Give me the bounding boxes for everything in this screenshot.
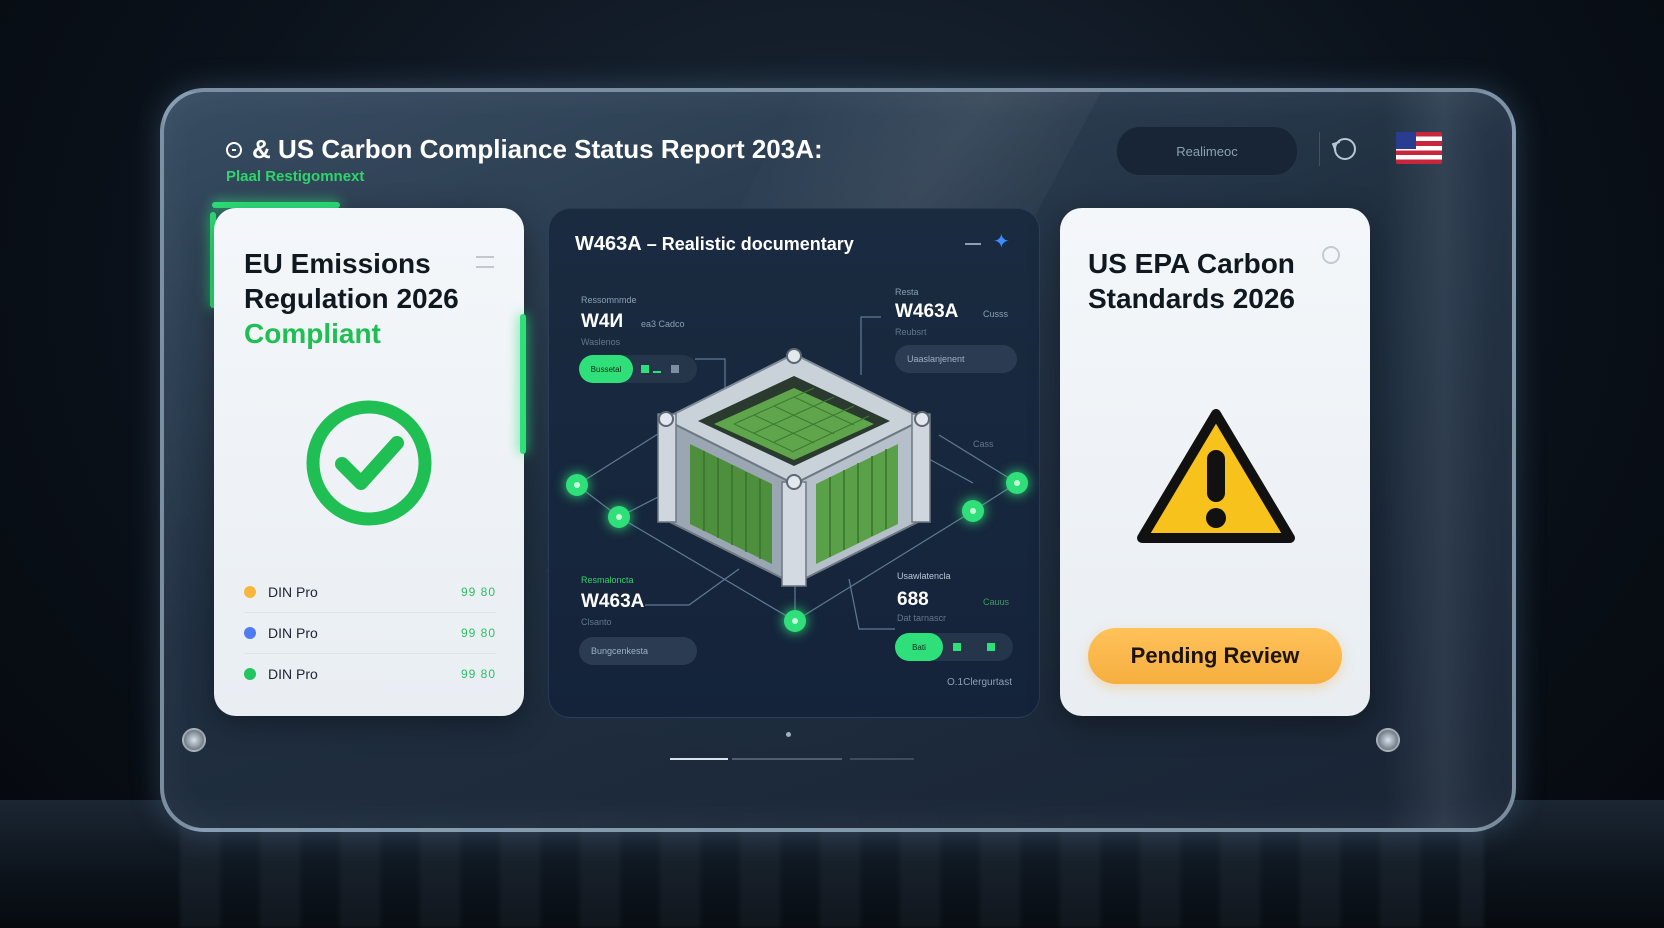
status-pill[interactable]: Uaaslanjenent	[895, 345, 1017, 373]
indicator-square	[641, 365, 649, 373]
connector-node[interactable]	[566, 474, 588, 496]
legend-dot	[244, 668, 256, 680]
callout-tag: Cauus	[983, 597, 1010, 607]
list-item: DIN Pro 99 80	[244, 654, 496, 694]
legend-value: 99 80	[460, 667, 496, 681]
report-subtitle: Plaal Restigomnext	[226, 168, 365, 185]
center-card-footer: O.1Clergurtast	[947, 677, 1013, 688]
callout-label: Resmaloncta	[581, 575, 634, 585]
toggle-active[interactable]: Bussetal	[579, 355, 633, 383]
search-input[interactable]: Realimeoc	[1116, 126, 1298, 176]
callout-tag: ea3 Cadco	[641, 319, 685, 329]
report-title-text: & US Carbon Compliance Status Report 203…	[252, 134, 823, 164]
legend-label: DIN Pro	[268, 625, 318, 641]
eu-card-title: EU Emissions Regulation 2026	[244, 248, 459, 314]
legend-value: 99 80	[460, 626, 496, 640]
callout-id: W463A	[895, 301, 959, 322]
pager-active[interactable]	[670, 758, 728, 760]
status-pill[interactable]: Bungcenkesta	[579, 637, 697, 665]
pager-dot	[786, 732, 791, 737]
callout-sub: Dat tarnascr	[897, 613, 947, 623]
legend-value: 99 80	[460, 585, 496, 599]
list-item: DIN Pro 99 80	[244, 572, 496, 613]
us-flag-icon[interactable]	[1396, 132, 1442, 164]
glass-glare-right	[1384, 92, 1504, 828]
connector-node[interactable]	[1006, 472, 1028, 494]
legend-list: DIN Pro 99 80 DIN Pro 99 80 DIN Pro 99 8…	[244, 572, 496, 694]
status-badge: Compliant	[244, 318, 381, 349]
side-label: Cass	[973, 439, 994, 449]
callout-id: 688	[897, 589, 929, 610]
pending-review-button[interactable]: Pending Review	[1088, 628, 1342, 684]
connector-node[interactable]	[784, 610, 806, 632]
refresh-icon[interactable]	[1334, 138, 1356, 160]
callout-tag: Cusss	[983, 309, 1009, 319]
menu-icon[interactable]	[476, 256, 494, 268]
accent-bar	[520, 314, 526, 454]
radio-circle-icon[interactable]	[1322, 246, 1340, 264]
screw-icon	[1376, 728, 1400, 752]
callout-sub: Clsanto	[581, 617, 612, 627]
header-divider	[1319, 132, 1320, 166]
toggle-active[interactable]: Bati	[895, 633, 943, 661]
air-filter-device-illustration	[657, 348, 931, 587]
legend-dot	[244, 586, 256, 598]
us-card-title: US EPA Carbon Standards 2026	[1088, 248, 1295, 314]
list-item: DIN Pro 99 80	[244, 613, 496, 654]
callout-label: Usawlatencla	[897, 571, 951, 581]
connector-node[interactable]	[608, 506, 630, 528]
callout-label: Ressomnmde	[581, 295, 637, 305]
screw-icon	[182, 728, 206, 752]
toggle-group[interactable]: Bati	[895, 633, 1013, 661]
callout-id: W463A	[581, 591, 645, 612]
indicator-square	[987, 643, 995, 651]
callout-label: Resta	[895, 287, 919, 297]
glass-dashboard-panel: & US Carbon Compliance Status Report 203…	[160, 88, 1516, 832]
callout-sub: Waslenos	[581, 337, 621, 347]
pager-segment[interactable]	[732, 758, 842, 760]
clock-icon	[226, 141, 242, 158]
callout-id: W4И	[581, 311, 624, 332]
us-epa-card: US EPA Carbon Standards 2026 Pending Rev…	[1060, 208, 1370, 716]
legend-label: DIN Pro	[268, 666, 318, 682]
legend-dot	[244, 627, 256, 639]
indicator-square	[953, 643, 961, 651]
device-diagram-card: W463A – Realistic documentary ✦ Ressomnm…	[548, 208, 1040, 718]
check-circle-icon	[306, 400, 432, 526]
callout-sub: Reubsrt	[895, 327, 927, 337]
eu-regulation-card: EU Emissions Regulation 2026 Compliant D…	[214, 208, 524, 716]
toggle-group[interactable]: Bussetal	[579, 355, 697, 383]
connector-node[interactable]	[962, 500, 984, 522]
pager-segment[interactable]	[850, 758, 914, 760]
indicator-dash	[653, 371, 661, 373]
report-title: & US Carbon Compliance Status Report 203…	[226, 134, 823, 165]
indicator-square	[671, 365, 679, 373]
legend-label: DIN Pro	[268, 584, 318, 600]
warning-triangle-icon	[1137, 409, 1295, 543]
